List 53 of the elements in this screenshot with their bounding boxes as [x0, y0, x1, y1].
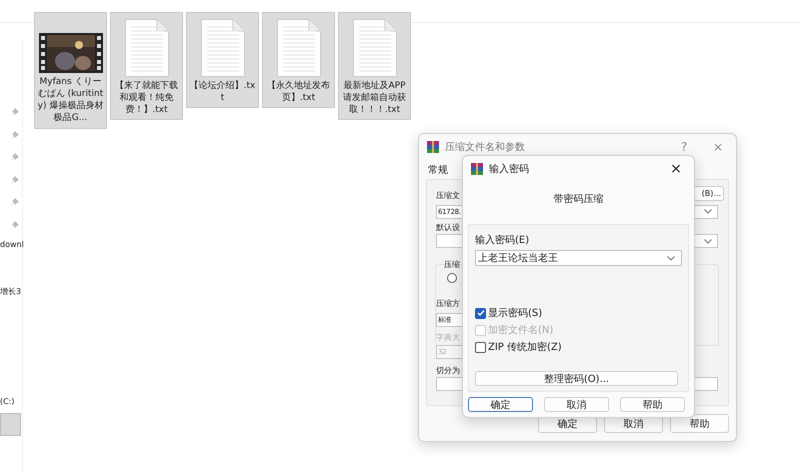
checkbox-label: 加密文件名(N) [488, 324, 554, 337]
window-title: 压缩文件名和参数 [445, 140, 526, 154]
dialog-button[interactable]: 确定 [468, 397, 533, 412]
pin-icon [11, 220, 19, 228]
field-label: 字典大 [436, 332, 460, 343]
chevron-icon [667, 256, 675, 260]
browse-button[interactable]: (B)... [694, 186, 724, 201]
field-label: 压缩文 [436, 190, 460, 201]
file-item[interactable]: 【论坛介绍】.txt [186, 12, 259, 108]
field-label: 切分为 [436, 365, 460, 376]
pin-icon [11, 198, 19, 206]
nav-item[interactable]: 增长3 [0, 286, 22, 297]
chevron-icon [704, 209, 712, 214]
checkbox[interactable] [475, 342, 486, 352]
file-name: Myfans くりーむぱん (kuritinty) 爆操极品身材极品G... [36, 76, 104, 125]
nav-item[interactable]: downl [0, 240, 24, 249]
tab[interactable]: 常规 [428, 163, 448, 177]
chevron-icon [704, 239, 712, 244]
text-file-icon [352, 19, 396, 77]
file-name: 【永久地址发布页】.txt [266, 80, 331, 104]
organize-button[interactable]: 整理密码(O)... [475, 371, 678, 386]
pin-icon [11, 130, 19, 138]
file-name: 最新地址及APP请发邮箱自动获取！！！.txt [342, 80, 407, 116]
dialog-button[interactable]: 帮助 [670, 414, 729, 433]
nav-item[interactable]: (C:) [0, 397, 15, 406]
text-file-icon [124, 19, 168, 77]
file-name: 【来了就能下载和观看！纯免费！】.txt [114, 80, 179, 116]
pin-icon [11, 153, 19, 161]
password-field[interactable]: 上老王论坛当老王 [475, 250, 682, 266]
file-item[interactable]: 【永久地址发布页】.txt [262, 12, 335, 108]
checkbox-label: ZIP 传统加密(Z) [488, 340, 562, 354]
archive-app-icon [471, 163, 483, 175]
dialog-button[interactable]: 取消 [544, 397, 609, 412]
pin-icon [11, 176, 19, 184]
file-item[interactable]: 【来了就能下载和观看！纯免费！】.txt [110, 12, 183, 120]
group-label: 压缩 [444, 259, 460, 270]
checkbox-label: 显示密码(S) [488, 306, 542, 320]
file-item[interactable]: Myfans くりーむぱん (kuritinty) 爆操极品身材极品G... [34, 12, 107, 129]
field-label: 默认设 [436, 222, 460, 233]
dialog-button[interactable]: 帮助 [620, 397, 685, 412]
radio-button[interactable] [447, 273, 457, 283]
archive-app-icon [427, 141, 439, 153]
close-button[interactable]: × [666, 161, 686, 177]
checkbox[interactable] [475, 308, 486, 318]
field-label: 输入密码(E) [475, 234, 530, 247]
pin-icon [11, 108, 19, 116]
window-title: 输入密码 [489, 162, 530, 176]
dialog-heading: 带密码压缩 [552, 192, 604, 206]
text-file-icon [276, 19, 320, 77]
file-item[interactable]: 最新地址及APP请发邮箱自动获取！！！.txt [338, 12, 411, 120]
file-name: 【论坛介绍】.txt [188, 80, 256, 104]
text-file-icon [200, 19, 244, 77]
field-label: 压缩方 [436, 298, 460, 309]
